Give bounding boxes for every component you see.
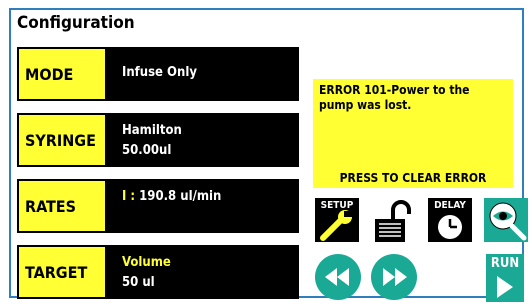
clear-error-prompt: PRESS TO CLEAR ERROR	[339, 171, 487, 185]
setup-button[interactable]: SETUP	[315, 198, 359, 242]
rewind-button[interactable]	[315, 254, 361, 300]
eye-magnifier-icon	[489, 202, 527, 241]
target-label[interactable]: TARGET	[17, 245, 107, 299]
syringe-brand: Hamilton	[122, 123, 182, 138]
delay-button[interactable]: DELAY	[428, 198, 472, 242]
rates-row[interactable]: RATES I : 190.8 ul/min	[17, 179, 299, 233]
lock-button[interactable]	[371, 198, 415, 242]
rates-line: I : 190.8 ul/min	[122, 187, 299, 207]
rates-label[interactable]: RATES	[17, 179, 107, 233]
wrench-icon	[320, 210, 353, 241]
syringe-label[interactable]: SYRINGE	[17, 113, 107, 167]
target-type: Volume	[122, 255, 171, 270]
clock-icon	[438, 215, 462, 239]
rates-prefix: I :	[122, 189, 140, 204]
mode-value-text: Infuse Only	[122, 65, 197, 80]
fast-forward-icon	[383, 268, 407, 286]
target-row[interactable]: TARGET Volume 50 ul	[17, 245, 299, 299]
view-button[interactable]	[484, 198, 528, 242]
play-icon	[497, 276, 513, 298]
error-message: ERROR 101-Power to the pump was lost.	[319, 83, 470, 112]
rates-value[interactable]: I : 190.8 ul/min	[107, 179, 299, 233]
unlock-icon	[375, 200, 411, 242]
mode-label[interactable]: MODE	[17, 47, 107, 101]
syringe-volume: 50.00ul	[122, 143, 172, 158]
run-button[interactable]: RUN	[486, 254, 524, 302]
syringe-row[interactable]: SYRINGE Hamilton 50.00ul	[17, 113, 299, 167]
page-title: Configuration	[17, 13, 135, 33]
syringe-value[interactable]: Hamilton 50.00ul	[107, 113, 299, 167]
error-panel[interactable]: ERROR 101-Power to the pump was lost. PR…	[313, 79, 513, 188]
fast-forward-button[interactable]	[371, 254, 417, 300]
target-amount: 50 ul	[122, 275, 155, 290]
mode-value[interactable]: Infuse Only	[107, 47, 299, 101]
rewind-icon	[325, 268, 349, 286]
mode-row[interactable]: MODE Infuse Only	[17, 47, 299, 101]
rates-infuse-rate: 190.8 ul/min	[139, 189, 222, 204]
target-value[interactable]: Volume 50 ul	[107, 245, 299, 299]
